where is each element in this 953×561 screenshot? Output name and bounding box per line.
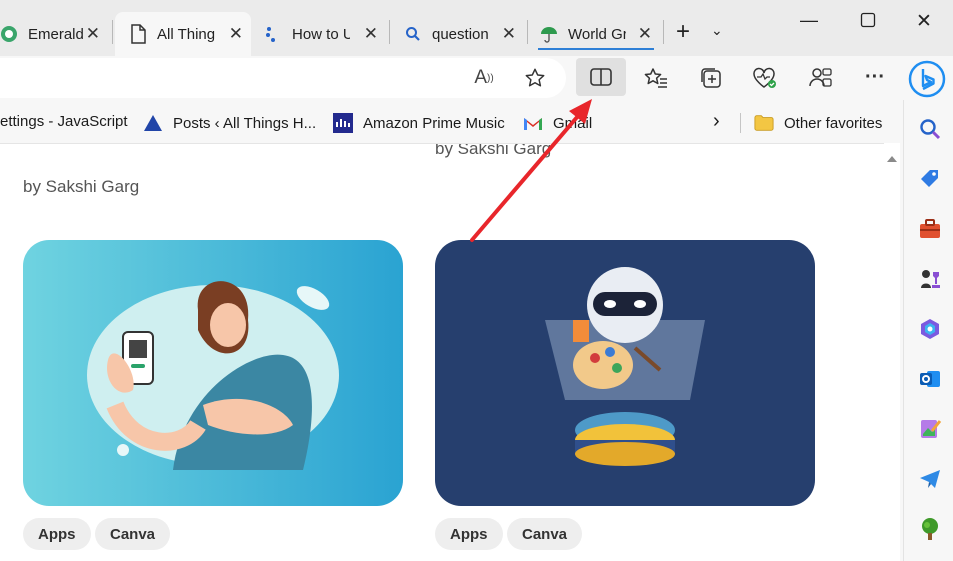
close-tab-icon[interactable]: ✕ — [86, 24, 100, 44]
close-tab-icon[interactable]: ✕ — [229, 24, 243, 44]
tab-all-things[interactable]: All Things ✕ — [115, 12, 251, 56]
tab-question[interactable]: question ✕ — [394, 12, 524, 56]
music-icon — [333, 113, 353, 133]
how-to-favicon-icon — [264, 25, 282, 43]
tree-icon[interactable] — [918, 517, 942, 541]
page-icon — [129, 24, 147, 44]
page-content: by Sakshi Garg by Sakshi Garg Apps Canva… — [0, 143, 900, 561]
tab-list-chevron-icon[interactable]: ⌄ — [711, 22, 723, 39]
send-telegram-icon[interactable] — [918, 467, 942, 491]
vertical-scrollbar[interactable] — [884, 143, 900, 561]
tab-title: question — [432, 25, 489, 43]
tab-emerald[interactable]: Emerald ✕ — [0, 12, 108, 56]
toolbar: A)) ··· — [0, 56, 953, 100]
close-tab-icon[interactable]: ✕ — [502, 24, 516, 44]
search-favicon-icon — [404, 25, 422, 43]
tools-briefcase-icon[interactable] — [918, 217, 942, 241]
new-tab-button[interactable]: + — [676, 18, 690, 46]
favorites-icon[interactable] — [643, 65, 669, 91]
close-window-button[interactable]: ✕ — [916, 10, 932, 33]
designer-icon[interactable] — [918, 417, 942, 441]
bookmark-label: Amazon Prime Music — [363, 114, 505, 132]
tab-title: World Gr — [568, 25, 626, 43]
tab-group-indicator — [538, 48, 654, 50]
microsoft-365-icon[interactable] — [918, 317, 942, 341]
bing-copilot-icon[interactable] — [907, 59, 947, 99]
tab-title: How to U — [292, 25, 350, 43]
tag-chip-apps[interactable]: Apps — [435, 518, 503, 550]
scroll-up-icon[interactable] — [884, 151, 900, 167]
bookmark-gmail[interactable]: Gmail — [523, 113, 592, 133]
gmail-icon — [523, 113, 543, 133]
read-aloud-icon[interactable]: A)) — [472, 66, 496, 90]
browser-essentials-icon[interactable] — [752, 65, 778, 91]
tag-chip-canva[interactable]: Canva — [507, 518, 583, 550]
bookmark-label: Gmail — [553, 114, 593, 132]
triangle-icon — [143, 113, 163, 133]
shopping-tag-icon[interactable] — [918, 167, 942, 191]
tab-title: All Things — [157, 25, 215, 43]
bookmark-amazon-music[interactable]: Amazon Prime Music — [333, 113, 505, 133]
minimize-button[interactable]: — — [800, 10, 818, 31]
bookmark-label: ettings - JavaScript — [0, 113, 128, 130]
search-icon[interactable] — [918, 117, 942, 141]
profile-icon[interactable] — [808, 65, 834, 91]
tab-title: Emerald — [28, 25, 84, 43]
article-card-image[interactable] — [435, 240, 815, 506]
umbrella-favicon-icon — [540, 25, 558, 43]
tab-how-to[interactable]: How to U ✕ — [254, 12, 386, 56]
bookmark-javascript[interactable]: ettings - JavaScript — [0, 113, 128, 130]
article-card-image[interactable] — [23, 240, 403, 506]
bookmark-other-favorites[interactable]: Other favorites — [754, 113, 882, 133]
tag-chip-canva[interactable]: Canva — [95, 518, 171, 550]
collections-icon[interactable] — [698, 65, 724, 91]
tab-strip: Emerald ✕ All Things ✕ How to U ✕ questi… — [0, 0, 953, 56]
outlook-icon[interactable] — [918, 367, 942, 391]
folder-icon — [754, 113, 774, 133]
illustration-robot-hologram — [545, 267, 705, 466]
games-chess-icon[interactable] — [918, 267, 942, 291]
close-tab-icon[interactable]: ✕ — [638, 24, 652, 44]
more-options-icon[interactable]: ··· — [862, 64, 888, 90]
illustration-woman-phone — [87, 281, 339, 470]
tag-chip-apps[interactable]: Apps — [23, 518, 91, 550]
card-author-left: by Sakshi Garg — [23, 177, 140, 196]
split-screen-button[interactable] — [576, 58, 626, 96]
card-author-right: by Sakshi Garg — [435, 143, 552, 158]
favorite-star-icon[interactable] — [522, 65, 548, 91]
favorites-bar: ettings - JavaScript Posts ‹ All Things … — [0, 101, 900, 143]
bookmarks-overflow-chevron-icon[interactable]: › — [713, 110, 720, 133]
edge-sidebar — [903, 100, 953, 561]
emerald-favicon-icon — [0, 25, 18, 43]
bookmark-posts[interactable]: Posts ‹ All Things H... — [143, 113, 316, 133]
close-tab-icon[interactable]: ✕ — [364, 24, 378, 44]
bookmark-label: Other favorites — [784, 114, 883, 132]
maximize-button[interactable] — [860, 12, 876, 33]
bookmark-label: Posts ‹ All Things H... — [173, 114, 317, 132]
